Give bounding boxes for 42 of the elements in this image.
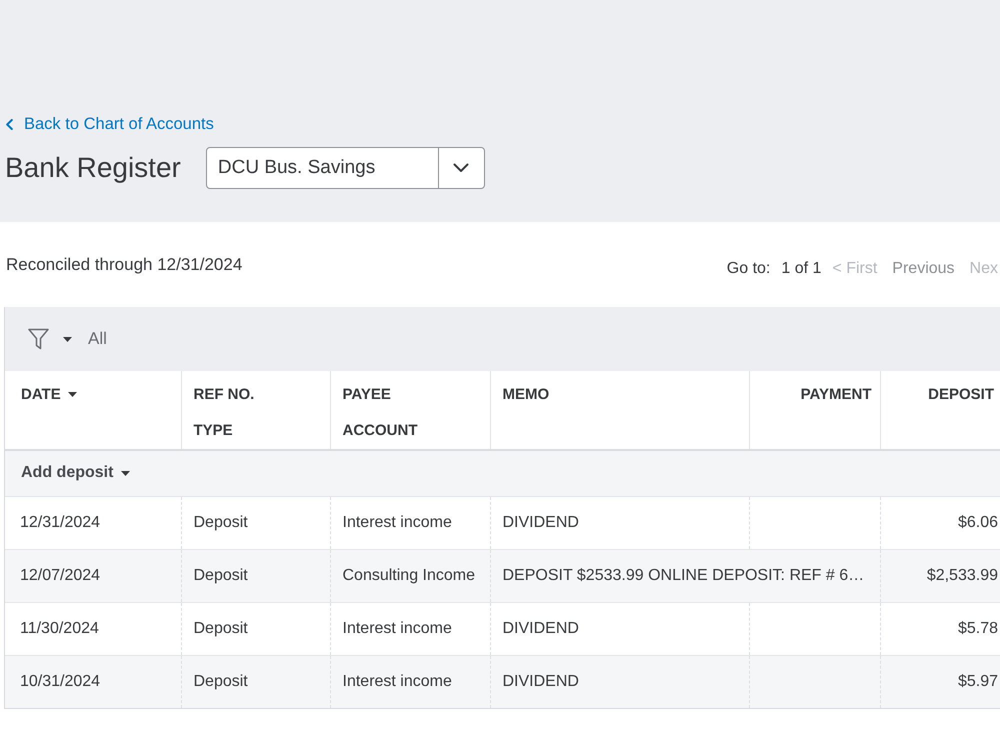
memo-text: DEPOSIT $2533.99 ONLINE DEPOSIT: REF # 6… xyxy=(502,566,864,584)
funnel-icon xyxy=(28,328,49,350)
filter-button[interactable] xyxy=(28,328,72,350)
caret-down-icon xyxy=(63,336,72,342)
account-text: Interest income xyxy=(342,514,452,530)
column-header[interactable]: ACCOUNT xyxy=(342,422,418,438)
add-deposit-button[interactable]: Add deposit xyxy=(21,464,130,482)
type-text: Deposit xyxy=(194,514,248,530)
back-link[interactable]: Back to Chart of Accounts xyxy=(6,115,214,134)
account-text: Interest income xyxy=(342,672,452,690)
amount-text: $5.97 xyxy=(958,672,998,690)
date-text: 12/07/2024 xyxy=(20,566,100,584)
column-header[interactable]: MEMO xyxy=(502,386,550,402)
date-text: 11/30/2024 xyxy=(20,620,99,636)
column-header[interactable]: REF NO. xyxy=(194,386,254,402)
caret-down-icon xyxy=(121,470,130,476)
column-header[interactable]: DATE xyxy=(21,386,61,402)
type-text: Deposit xyxy=(194,672,248,690)
type-text: Deposit xyxy=(194,566,248,584)
amount-text: $5.78 xyxy=(958,620,998,636)
memo-text: DIVIDEND xyxy=(502,672,579,690)
column-header[interactable]: PAYEE xyxy=(342,386,391,402)
page-indicator: 1 of 1 xyxy=(781,259,822,279)
column-header[interactable]: PAYMENT xyxy=(800,386,872,402)
memo-text: DIVIDEND xyxy=(502,514,579,530)
account-text: Interest income xyxy=(342,620,452,636)
account-text: Consulting Income xyxy=(342,566,476,584)
amount-text: $2,533.99 xyxy=(926,566,998,584)
date-text: 10/31/2024 xyxy=(20,672,100,690)
memo-text: DIVIDEND xyxy=(502,620,579,636)
page-title: Bank Register xyxy=(5,151,181,185)
column-header[interactable]: TYPE xyxy=(194,422,233,438)
filter-value: All xyxy=(88,329,107,349)
amount-text: $6.06 xyxy=(958,514,998,530)
date-text: 12/31/2024 xyxy=(20,514,100,530)
reconciled-text: Reconciled through 12/31/2024 xyxy=(6,255,242,275)
chevron-down-icon xyxy=(453,163,470,173)
goto-label: Go to: xyxy=(726,259,770,279)
column-header[interactable]: DEPOSIT xyxy=(928,386,994,402)
chevron-left-icon xyxy=(6,119,13,130)
account-dropdown[interactable]: DCU Bus. Savings xyxy=(206,147,485,189)
type-text: Deposit xyxy=(194,620,248,636)
